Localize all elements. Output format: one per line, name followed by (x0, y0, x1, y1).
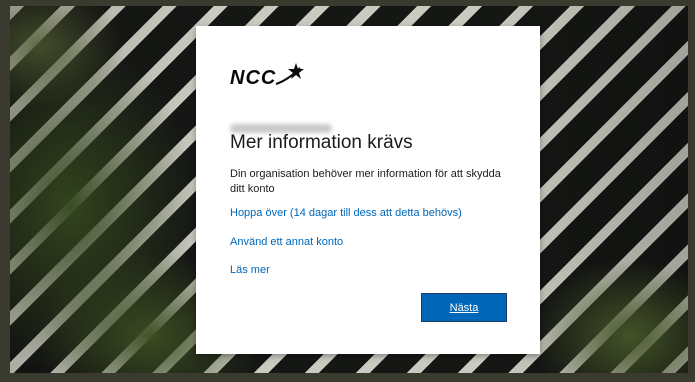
learn-more-link[interactable]: Läs mer (230, 264, 270, 276)
next-button[interactable]: Nästa (421, 293, 507, 322)
svg-text:NCC: NCC (230, 67, 276, 88)
page-title: Mer information krävs (230, 132, 413, 153)
ncc-logo: NCC (230, 63, 304, 88)
use-other-account-link[interactable]: Använd ett annat konto (230, 236, 343, 248)
sign-in-dialog: NCC Mer information krävs Din organisati… (196, 26, 540, 354)
description-text: Din organisation behöver mer information… (230, 168, 501, 195)
skip-link[interactable]: Hoppa över (14 dagar till dess att detta… (230, 207, 462, 219)
